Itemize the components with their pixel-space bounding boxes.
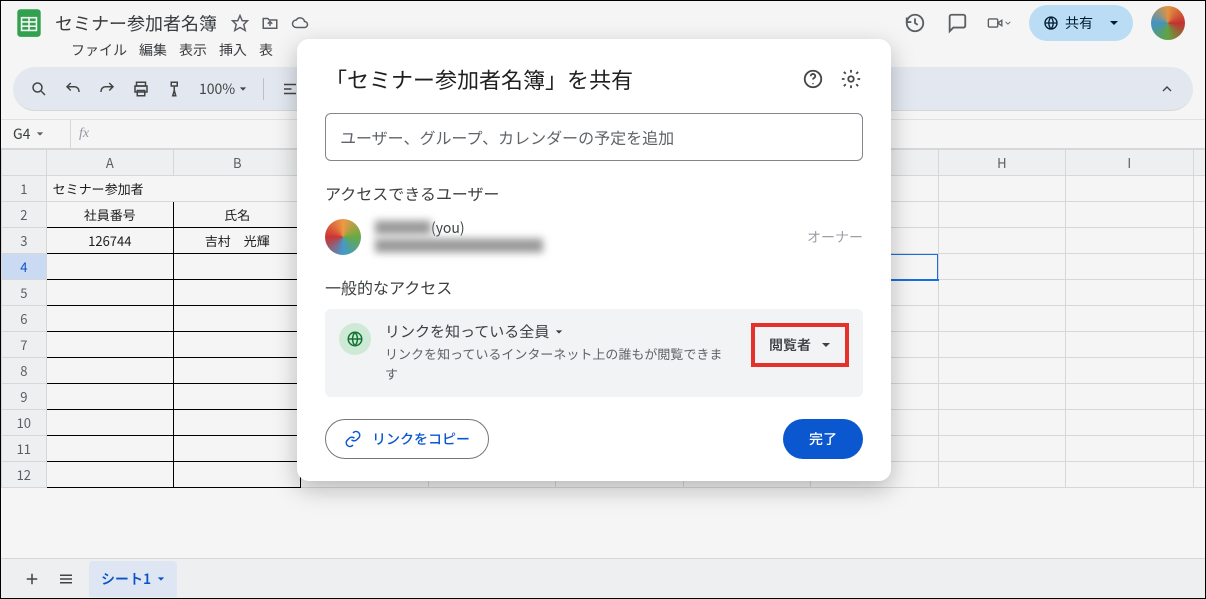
- collapse-toolbar-icon[interactable]: [1157, 79, 1177, 99]
- redo-icon[interactable]: [97, 79, 117, 99]
- row-header[interactable]: 12: [2, 462, 47, 488]
- menu-edit[interactable]: 編集: [139, 40, 167, 60]
- cell[interactable]: 吉村 光輝: [174, 228, 301, 254]
- col-header[interactable]: J: [1193, 150, 1205, 176]
- col-header[interactable]: I: [1066, 150, 1193, 176]
- history-icon[interactable]: [903, 11, 927, 35]
- move-icon[interactable]: [261, 14, 279, 32]
- access-section-label: アクセスできるユーザー: [325, 181, 863, 205]
- paint-format-icon[interactable]: [165, 79, 185, 99]
- copy-link-button[interactable]: リンクをコピー: [325, 419, 489, 459]
- sheet-tab[interactable]: シート1: [89, 561, 177, 597]
- cell[interactable]: 社員番号: [46, 202, 173, 228]
- general-access-label: 一般的なアクセス: [325, 275, 863, 299]
- cell[interactable]: 126744: [46, 228, 173, 254]
- add-sheet-icon[interactable]: [21, 568, 43, 590]
- row-header[interactable]: 11: [2, 436, 47, 462]
- meet-icon[interactable]: [987, 11, 1011, 35]
- share-caret-icon[interactable]: [1103, 5, 1125, 41]
- select-all-corner[interactable]: [2, 150, 47, 176]
- user-avatar: [325, 219, 361, 255]
- user-row: ████(you) ████████████ オーナー: [325, 219, 863, 255]
- zoom-dropdown[interactable]: 100%: [199, 79, 247, 99]
- row-header[interactable]: 2: [2, 202, 47, 228]
- star-icon[interactable]: [231, 14, 249, 32]
- cell[interactable]: 氏名: [174, 202, 301, 228]
- row-header[interactable]: 1: [2, 176, 47, 202]
- role-dropdown[interactable]: 閲覧者: [751, 323, 849, 367]
- menu-file[interactable]: ファイル: [71, 40, 127, 60]
- title-icons: [231, 14, 309, 32]
- col-header[interactable]: A: [46, 150, 173, 176]
- col-header[interactable]: H: [938, 150, 1065, 176]
- globe-icon: [339, 323, 371, 355]
- share-button-label: 共有: [1065, 13, 1093, 33]
- general-access-dropdown[interactable]: リンクを知っている全員: [385, 321, 737, 342]
- row-header[interactable]: 7: [2, 332, 47, 358]
- menu-insert[interactable]: 挿入: [219, 40, 247, 60]
- cloud-icon[interactable]: [291, 14, 309, 32]
- col-header[interactable]: B: [174, 150, 301, 176]
- sheet-tabs: シート1: [1, 558, 1205, 598]
- all-sheets-icon[interactable]: [55, 568, 77, 590]
- general-access-box: リンクを知っている全員 リンクを知っているインターネット上の誰もが閲覧できます …: [325, 309, 863, 397]
- row-header[interactable]: 8: [2, 358, 47, 384]
- done-button[interactable]: 完了: [783, 419, 863, 459]
- row-header[interactable]: 6: [2, 306, 47, 332]
- print-icon[interactable]: [131, 79, 151, 99]
- owner-label: オーナー: [807, 227, 863, 247]
- undo-icon[interactable]: [63, 79, 83, 99]
- general-access-subtext: リンクを知っているインターネット上の誰もが閲覧できます: [385, 344, 725, 383]
- cell[interactable]: セミナー参加者: [46, 176, 301, 202]
- fx-label: fx: [71, 126, 97, 142]
- menu-view[interactable]: 表示: [179, 40, 207, 60]
- share-button[interactable]: 共有: [1029, 5, 1133, 41]
- right-icons: 共有: [903, 5, 1185, 41]
- share-dialog: 「セミナー参加者名簿」を共有 ユーザー、グループ、カレンダーの予定を追加 アクセ…: [297, 39, 891, 481]
- gear-icon[interactable]: [839, 67, 863, 91]
- help-icon[interactable]: [801, 67, 825, 91]
- row-header[interactable]: 5: [2, 280, 47, 306]
- dialog-title: 「セミナー参加者名簿」を共有: [325, 63, 787, 95]
- row-header[interactable]: 9: [2, 384, 47, 410]
- account-avatar[interactable]: [1151, 6, 1185, 40]
- row-header[interactable]: 4: [2, 254, 47, 280]
- sheets-logo[interactable]: [15, 5, 43, 41]
- doc-title[interactable]: セミナー参加者名簿: [55, 10, 217, 36]
- menu-format[interactable]: 表: [259, 40, 273, 60]
- titlebar: セミナー参加者名簿 共有: [1, 1, 1205, 37]
- row-header[interactable]: 10: [2, 410, 47, 436]
- add-people-input[interactable]: ユーザー、グループ、カレンダーの予定を追加: [325, 113, 863, 161]
- comment-icon[interactable]: [945, 11, 969, 35]
- name-box[interactable]: G4: [1, 120, 71, 148]
- row-header[interactable]: 3: [2, 228, 47, 254]
- search-icon[interactable]: [29, 79, 49, 99]
